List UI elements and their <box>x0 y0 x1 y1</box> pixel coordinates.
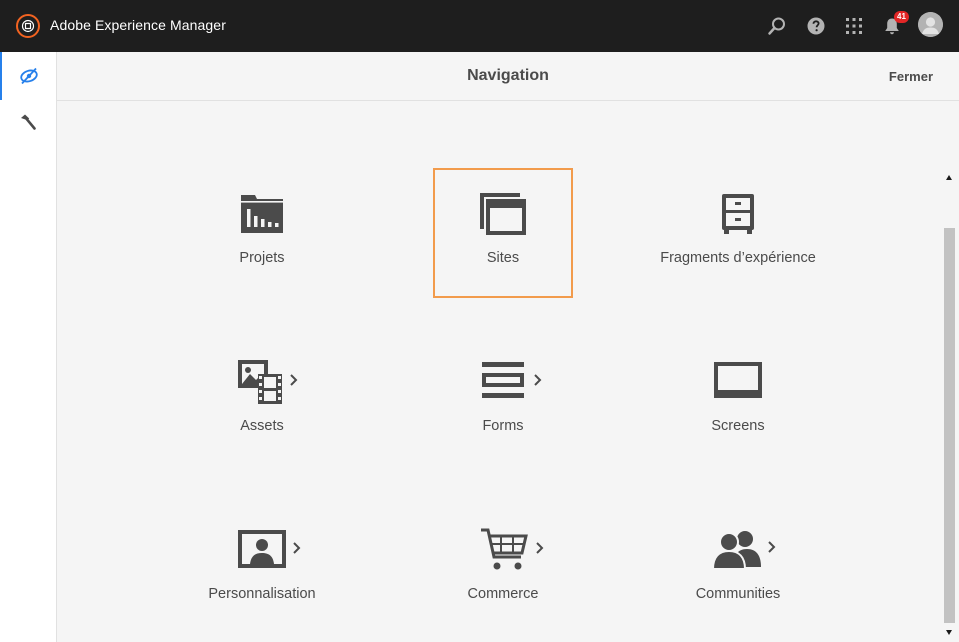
sites-icon <box>480 193 526 235</box>
tile-fragments[interactable]: Fragments d’expérience <box>660 168 816 298</box>
navigation-header: Navigation Fermer <box>57 52 959 101</box>
scroll-down-arrow-icon[interactable] <box>946 630 952 635</box>
tile-label: Fragments d’expérience <box>660 250 816 266</box>
help-icon <box>807 17 825 35</box>
projects-icon <box>241 195 283 233</box>
tile-personnalisation[interactable]: Personnalisation <box>192 504 332 634</box>
tile-projets[interactable]: Projets <box>192 168 332 298</box>
navigation-grid: Projets Sites Fragments d’expérience Ass… <box>57 101 941 642</box>
rail-navigation[interactable] <box>0 52 56 100</box>
solutions-button[interactable] <box>841 13 867 39</box>
close-button[interactable]: Fermer <box>889 69 933 84</box>
communities-icon <box>713 531 776 570</box>
tile-icon-wrap <box>668 190 808 238</box>
tile-forms[interactable]: Forms <box>433 336 573 466</box>
tile-label: Personnalisation <box>208 586 316 602</box>
tile-label: Screens <box>711 418 765 434</box>
solutions-grid-icon <box>846 18 862 34</box>
aem-logo-mark-icon <box>21 19 35 33</box>
notification-badge: 41 <box>894 11 909 23</box>
scroll-up-arrow-icon[interactable] <box>946 175 952 180</box>
tile-icon-wrap <box>668 526 808 574</box>
compass-icon <box>20 67 38 85</box>
tile-label: Communities <box>695 586 781 602</box>
aem-logo[interactable] <box>16 14 40 38</box>
commerce-icon <box>481 528 544 570</box>
tile-label: Sites <box>486 250 520 266</box>
screens-icon <box>714 362 762 398</box>
hammer-icon <box>21 114 36 130</box>
tile-icon-wrap <box>668 358 808 406</box>
tile-icon-wrap <box>192 358 332 406</box>
tile-sites[interactable]: Sites <box>433 168 573 298</box>
assets-icon <box>238 360 298 404</box>
tile-icon-wrap <box>433 190 573 238</box>
page-title: Navigation <box>467 67 549 84</box>
vertical-scrollbar[interactable] <box>941 170 959 642</box>
left-rail <box>0 52 57 642</box>
user-avatar-icon <box>918 12 943 37</box>
forms-icon <box>482 362 542 398</box>
tile-icon-wrap <box>433 358 573 406</box>
tile-label: Projets <box>239 250 285 266</box>
user-avatar[interactable] <box>918 12 943 37</box>
top-bar: Adobe Experience Manager 41 <box>0 0 959 52</box>
experience-fragments-icon <box>722 194 754 234</box>
search-icon <box>768 17 785 35</box>
rail-tools[interactable] <box>0 98 56 146</box>
help-button[interactable] <box>803 13 829 39</box>
tile-label: Commerce <box>467 586 539 602</box>
tile-icon-wrap <box>433 526 573 574</box>
personalization-icon <box>238 530 301 568</box>
tile-icon-wrap <box>192 190 332 238</box>
tile-label: Assets <box>240 418 284 434</box>
tile-screens[interactable]: Screens <box>668 336 808 466</box>
tile-communities[interactable]: Communities <box>668 504 808 634</box>
tile-assets[interactable]: Assets <box>192 336 332 466</box>
tile-icon-wrap <box>192 526 332 574</box>
search-button[interactable] <box>764 13 790 39</box>
app-title: Adobe Experience Manager <box>50 17 226 33</box>
tile-label: Forms <box>482 418 524 434</box>
notifications-button[interactable]: 41 <box>879 11 909 39</box>
scroll-thumb[interactable] <box>944 228 955 623</box>
tile-commerce[interactable]: Commerce <box>433 504 573 634</box>
